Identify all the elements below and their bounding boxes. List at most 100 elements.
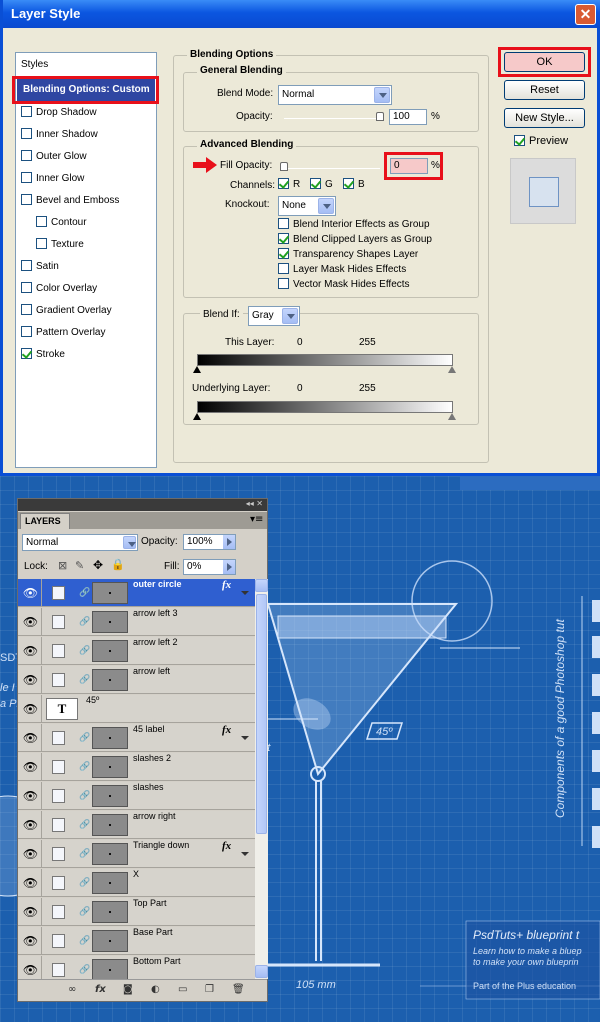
fx-expand-icon[interactable] <box>241 736 249 740</box>
option-checkbox[interactable] <box>278 248 289 259</box>
option-checkbox[interactable] <box>278 263 289 274</box>
layer-row[interactable]: 👁 🔗 arrow left <box>18 666 255 694</box>
fill-opacity-slider-thumb[interactable] <box>280 162 288 171</box>
layer-name[interactable]: Base Part <box>133 927 173 937</box>
layer-name[interactable]: Top Part <box>133 898 167 908</box>
fill-flyout-icon[interactable] <box>223 560 235 574</box>
style-item[interactable]: Stroke <box>21 345 65 365</box>
style-item[interactable]: Texture <box>36 235 84 255</box>
lock-transparency-icon[interactable]: ⊠ <box>58 559 67 572</box>
eye-icon[interactable]: 👁 <box>20 840 42 868</box>
eye-icon[interactable]: 👁 <box>20 898 42 926</box>
brush-toggle-icon[interactable] <box>52 731 65 745</box>
tab-layers[interactable]: LAYERS <box>20 513 70 529</box>
eye-icon[interactable]: 👁 <box>20 811 42 839</box>
opacity-flyout-icon[interactable] <box>223 535 235 549</box>
style-item[interactable]: Color Overlay <box>21 279 97 299</box>
channel-g-checkbox[interactable]: G <box>310 178 333 190</box>
layer-name[interactable]: arrow left 3 <box>133 608 178 618</box>
eye-icon[interactable]: 👁 <box>20 637 42 665</box>
style-checkbox[interactable] <box>21 105 32 117</box>
layer-row[interactable]: 👁 🔗 Base Part <box>18 927 255 955</box>
brush-toggle-icon[interactable] <box>52 905 65 919</box>
opacity-slider-thumb[interactable] <box>376 112 384 121</box>
style-item[interactable]: Gradient Overlay <box>21 301 112 321</box>
preview-checkbox[interactable]: Preview <box>514 134 568 147</box>
style-checkbox[interactable] <box>36 237 47 249</box>
layer-name[interactable]: X <box>133 869 139 879</box>
underlying-white-slider[interactable] <box>448 413 456 420</box>
advanced-option[interactable]: Transparency Shapes Layer <box>278 248 418 260</box>
knockout-select[interactable]: None <box>278 196 336 216</box>
layer-row[interactable]: 👁 🔗 arrow left 2 <box>18 637 255 665</box>
style-checkbox[interactable] <box>21 193 32 205</box>
layer-row[interactable]: 👁 🔗 arrow left 3 <box>18 608 255 636</box>
eye-icon[interactable]: 👁 <box>20 869 42 897</box>
advanced-option[interactable]: Layer Mask Hides Effects <box>278 263 406 275</box>
close-icon[interactable]: ✕ <box>575 4 596 25</box>
style-item[interactable]: Drop Shadow <box>21 103 97 123</box>
layer-name[interactable]: 45 label <box>133 724 165 734</box>
checkbox-g[interactable] <box>310 178 321 189</box>
brush-toggle-icon[interactable] <box>52 847 65 861</box>
trash-icon[interactable]: 🗑 <box>232 984 245 995</box>
layer-row[interactable]: 👁 🔗 slashes <box>18 782 255 810</box>
layer-name[interactable]: 45º <box>86 695 99 705</box>
style-checkbox[interactable] <box>21 325 32 337</box>
brush-toggle-icon[interactable] <box>52 818 65 832</box>
layer-name[interactable]: outer circle <box>133 579 182 589</box>
this-layer-white-slider[interactable] <box>448 366 456 373</box>
layer-name[interactable]: Bottom Part <box>133 956 181 966</box>
style-checkbox[interactable] <box>21 127 32 139</box>
layer-row[interactable]: 👁 🔗 X <box>18 869 255 897</box>
eye-icon[interactable]: 👁 <box>20 579 42 607</box>
fx-icon[interactable]: fx <box>222 579 231 591</box>
channel-r-checkbox[interactable]: R <box>278 178 300 190</box>
fx-expand-icon[interactable] <box>241 852 249 856</box>
reset-button[interactable]: Reset <box>504 80 585 100</box>
opacity-input[interactable]: 100 <box>389 109 427 125</box>
style-checkbox[interactable] <box>36 215 47 227</box>
layer-name[interactable]: arrow right <box>133 811 176 821</box>
layer-row[interactable]: 👁 🔗 Triangle down fx <box>18 840 255 868</box>
link-layers-icon[interactable]: ∞ <box>68 984 76 995</box>
layer-name[interactable]: Triangle down <box>133 840 189 850</box>
layer-row[interactable]: 👁 🔗 Bottom Part <box>18 956 255 979</box>
eye-icon[interactable]: 👁 <box>20 956 42 979</box>
advanced-option[interactable]: Vector Mask Hides Effects <box>278 278 410 290</box>
panel-header[interactable]: ◂◂ ✕ <box>18 499 267 511</box>
brush-toggle-icon[interactable] <box>52 876 65 890</box>
style-item[interactable]: Satin <box>21 257 59 277</box>
channel-b-checkbox[interactable]: B <box>343 178 365 190</box>
eye-icon[interactable]: 👁 <box>20 608 42 636</box>
layer-row[interactable]: 👁 T 45º <box>18 695 255 723</box>
layer-row[interactable]: 👁 🔗 outer circle fx <box>18 579 255 607</box>
underlying-black-slider[interactable] <box>193 413 201 420</box>
adjustment-layer-icon[interactable]: ◐ <box>151 984 160 995</box>
new-layer-icon[interactable]: ❐ <box>205 984 214 995</box>
eye-icon[interactable]: 👁 <box>20 753 42 781</box>
style-item[interactable]: Pattern Overlay <box>21 323 105 343</box>
layer-name[interactable]: slashes 2 <box>133 753 171 763</box>
blend-if-select[interactable]: Gray <box>248 306 300 326</box>
advanced-option[interactable]: Blend Interior Effects as Group <box>278 218 430 230</box>
scrollbar[interactable] <box>255 579 268 979</box>
style-item[interactable]: Outer Glow <box>21 147 87 167</box>
fx-expand-icon[interactable] <box>241 591 249 595</box>
layer-row[interactable]: 👁 🔗 45 label fx <box>18 724 255 752</box>
checkbox-r[interactable] <box>278 178 289 189</box>
style-checkbox[interactable] <box>21 303 32 315</box>
brush-toggle-icon[interactable] <box>52 673 65 687</box>
layer-name[interactable]: arrow left 2 <box>133 637 178 647</box>
brush-toggle-icon[interactable] <box>52 644 65 658</box>
style-checkbox[interactable] <box>21 259 32 271</box>
eye-icon[interactable]: 👁 <box>20 695 42 723</box>
brush-toggle-icon[interactable] <box>52 934 65 948</box>
style-checkbox[interactable] <box>21 149 32 161</box>
layer-blend-mode-select[interactable]: Normal <box>22 534 138 551</box>
lock-all-icon[interactable]: 🔒 <box>111 558 125 571</box>
fx-icon[interactable]: fx <box>222 724 231 736</box>
eye-icon[interactable]: 👁 <box>20 782 42 810</box>
opacity-slider[interactable] <box>284 118 380 119</box>
option-checkbox[interactable] <box>278 278 289 289</box>
